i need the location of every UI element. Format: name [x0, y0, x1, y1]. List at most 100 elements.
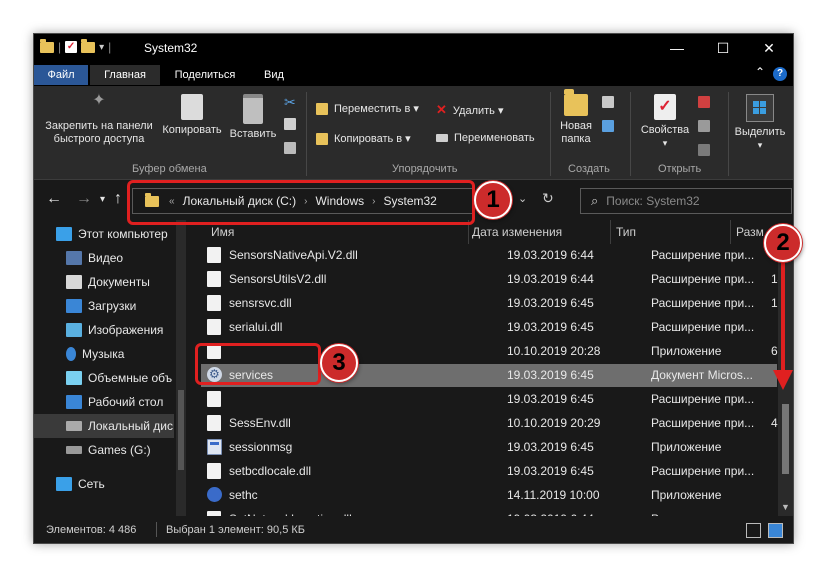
- refresh-icon[interactable]: ↻: [542, 190, 554, 207]
- back-icon[interactable]: ←: [46, 190, 62, 208]
- file-row[interactable]: 19.03.2019 6:45 Расширение при...: [201, 388, 777, 411]
- recent-locations-icon[interactable]: ▾: [100, 194, 105, 205]
- tab-home[interactable]: Главная: [90, 65, 160, 85]
- tab-view[interactable]: Вид: [252, 65, 296, 85]
- open-icon[interactable]: [698, 96, 710, 108]
- navigation-pane: Этот компьютер Видео Документы Загрузки …: [34, 220, 186, 516]
- ribbon-tabs: Файл Главная Поделиться Вид ⌃ ?: [34, 62, 793, 86]
- paste-shortcut-icon[interactable]: [284, 142, 296, 154]
- file-type: Расширение при...: [651, 416, 755, 430]
- file-date: 19.03.2019 6:45: [507, 368, 594, 382]
- delete-button[interactable]: ✕ Удалить ▾: [436, 102, 503, 118]
- file-type: Расширение при...: [651, 296, 755, 310]
- properties-icon: ✓: [654, 94, 676, 120]
- column-header-date[interactable]: Дата изменения: [472, 220, 562, 244]
- nav-local-disk[interactable]: Локальный дис: [34, 414, 174, 438]
- details-view-icon[interactable]: [746, 523, 761, 538]
- delete-label: Удалить ▾: [452, 104, 504, 117]
- dll-file-icon: [207, 391, 221, 407]
- close-button[interactable]: ✕: [746, 34, 792, 62]
- search-input[interactable]: ⌕ Поиск: System32: [580, 188, 792, 214]
- copy-path-icon[interactable]: [284, 118, 296, 130]
- local-disk-icon: [66, 421, 82, 431]
- item-count: Элементов: 4 486: [46, 524, 137, 536]
- toolbar-divider: |: [58, 40, 62, 54]
- paste-button[interactable]: Вставить: [226, 94, 280, 141]
- nav-scrollbar[interactable]: [176, 220, 186, 516]
- file-type: Расширение при...: [651, 392, 755, 406]
- new-item-icon[interactable]: [602, 96, 614, 108]
- file-name: SensorsUtilsV2.dll: [229, 272, 327, 286]
- copy-button[interactable]: Копировать: [158, 94, 226, 137]
- column-divider[interactable]: [730, 220, 731, 244]
- drive-icon: [66, 446, 82, 454]
- move-to-label: Переместить в ▾: [334, 103, 419, 115]
- nav-label: Локальный дис: [88, 419, 173, 433]
- network-icon: [56, 477, 72, 491]
- search-icon: ⌕: [591, 193, 599, 208]
- music-icon: [66, 347, 76, 361]
- downloads-icon: [66, 299, 82, 313]
- nav-this-pc[interactable]: Этот компьютер: [34, 222, 196, 246]
- minimize-button[interactable]: —: [654, 34, 700, 62]
- customize-toolbar-icon[interactable]: ▾: [99, 42, 104, 53]
- help-icon[interactable]: ?: [773, 67, 787, 81]
- address-highlight-box: [127, 180, 475, 225]
- tab-file[interactable]: Файл: [34, 65, 88, 85]
- new-folder-button[interactable]: Новая папка: [554, 89, 598, 146]
- file-row[interactable]: SensorsNativeApi.V2.dll 19.03.2019 6:44 Ра…: [201, 244, 777, 267]
- properties-button[interactable]: ✓ Свойства ▾: [634, 94, 696, 150]
- nav-label: Рабочий стол: [88, 395, 164, 409]
- pin-quick-access-button[interactable]: Закрепить на панели быстрого доступа: [40, 94, 158, 146]
- file-date: 19.03.2019 6:45: [507, 320, 594, 334]
- ribbon-divider: [630, 92, 631, 176]
- scroll-down-icon[interactable]: ▼: [781, 502, 790, 512]
- file-row[interactable]: setbcdlocale.dll 19.03.2019 6:45 Расширени…: [201, 460, 777, 483]
- nav-scroll-thumb[interactable]: [178, 390, 184, 470]
- new-folder-quick-icon[interactable]: [81, 38, 96, 53]
- pictures-icon: [66, 323, 82, 337]
- tab-share[interactable]: Поделиться: [164, 65, 246, 85]
- properties-quick-icon[interactable]: ✓: [65, 41, 78, 53]
- easy-access-icon[interactable]: [602, 120, 614, 132]
- collapse-ribbon-icon[interactable]: ⌃: [755, 65, 765, 79]
- file-row[interactable]: SensorsUtilsV2.dll 19.03.2019 6:44 Расшире…: [201, 268, 784, 291]
- up-icon[interactable]: ↑: [114, 190, 122, 208]
- file-date: 10.10.2019 20:29: [507, 416, 601, 430]
- file-scroll-thumb[interactable]: [782, 404, 789, 474]
- history-icon[interactable]: [698, 144, 710, 156]
- cut-icon[interactable]: ✂: [284, 94, 296, 111]
- folder-icon: [40, 38, 54, 53]
- maximize-button[interactable]: ☐: [700, 34, 746, 62]
- column-divider[interactable]: [610, 220, 611, 244]
- copy-to-button[interactable]: Копировать в ▾: [316, 132, 411, 145]
- nav-label: Объемные объ: [88, 371, 173, 385]
- file-name: SensorsNativeApi.V2.dll: [229, 248, 358, 262]
- column-header-type[interactable]: Тип: [616, 220, 636, 244]
- move-to-button[interactable]: Переместить в ▾: [316, 102, 419, 115]
- nav-label: Сеть: [78, 477, 105, 491]
- file-row[interactable]: SessEnv.dll 10.10.2019 20:29 Расширение пр…: [201, 412, 778, 435]
- address-dropdown-icon[interactable]: ⌄: [518, 192, 527, 205]
- ribbon: Закрепить на панели быстрого доступа Коп…: [34, 86, 793, 180]
- file-row[interactable]: sessionmsg 19.03.2019 6:45 Приложение: [201, 436, 777, 459]
- file-row[interactable]: sensrsvc.dll 19.03.2019 6:45 Расширение пр…: [201, 292, 778, 315]
- rename-icon: [436, 134, 448, 142]
- copy-to-icon: [316, 132, 328, 145]
- file-type: Расширение при...: [651, 320, 755, 334]
- documents-icon: [66, 275, 82, 289]
- window-title: System32: [144, 41, 198, 55]
- toolbar-divider: |: [108, 40, 112, 54]
- file-type: Документ Micros...: [651, 368, 753, 382]
- nav-label: Музыка: [82, 347, 125, 361]
- large-icons-view-icon[interactable]: [768, 523, 783, 538]
- file-row[interactable]: serialui.dll 19.03.2019 6:45 Расширение пр…: [201, 316, 777, 339]
- rename-button[interactable]: Переименовать: [436, 132, 535, 144]
- forward-icon[interactable]: →: [76, 190, 92, 208]
- edit-icon[interactable]: [698, 120, 710, 132]
- nav-label: Загрузки: [88, 299, 137, 313]
- file-row[interactable]: sethc 14.11.2019 10:00 Приложение: [201, 484, 777, 507]
- computer-icon: [56, 227, 72, 241]
- select-button[interactable]: Выделить ▾: [732, 94, 788, 152]
- nav-network[interactable]: Сеть: [34, 472, 196, 496]
